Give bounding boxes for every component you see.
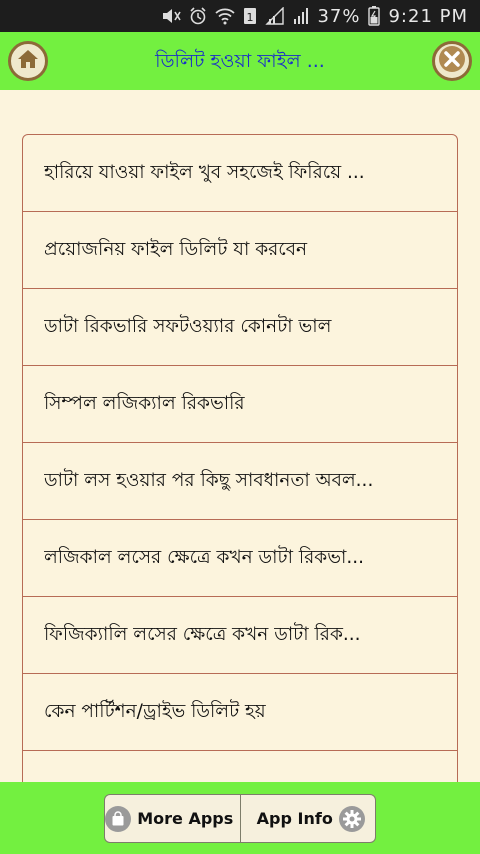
list-item-label: হারিয়ে যাওয়া ফাইল খুব সহজেই ফিরিয়ে ..…	[44, 161, 365, 183]
app-info-button[interactable]: App Info	[239, 795, 376, 842]
status-bar: 1 37% 9:21 PM	[0, 0, 480, 32]
list-item[interactable]: কেন পার্টিশন/ড্রাইভ ডিলিট হয়	[23, 674, 457, 751]
list-item-label: ডাটা লস হওয়ার পর কিছু সাবধানতা অবল...	[44, 469, 374, 491]
svg-text:1: 1	[247, 11, 254, 24]
list-item-label: ফিজিক্যালি লসের ক্ষেত্রে কখন ডাটা রিক...	[44, 623, 361, 645]
close-icon	[437, 44, 467, 78]
home-icon	[17, 48, 39, 74]
app-bar: ডিলিট হওয়া ফাইল ...	[0, 32, 480, 90]
list-item[interactable]: লজিকাল লসের ক্ষেত্রে কখন ডাটা রিকভা...	[23, 520, 457, 597]
gear-icon	[338, 805, 365, 832]
more-apps-label: More Apps	[137, 809, 234, 828]
app-info-label: App Info	[256, 809, 333, 828]
content-area: হারিয়ে যাওয়া ফাইল খুব সহজেই ফিরিয়ে ..…	[0, 90, 480, 782]
close-button[interactable]	[432, 41, 472, 81]
list-item-label: কেন পার্টিশন/ড্রাইভ ডিলিট হয়	[44, 700, 266, 722]
mute-icon	[161, 7, 182, 25]
list-item-label: সিম্পল লজিক্যাল রিকভারি	[44, 392, 245, 414]
list-item[interactable]	[23, 751, 457, 782]
list-item-label: ডাটা রিকভারি সফটওয়্যার কোনটা ভাল	[44, 315, 332, 337]
bottom-bar: More Apps App Info	[0, 782, 480, 854]
list-item[interactable]: ডাটা লস হওয়ার পর কিছু সাবধানতা অবল...	[23, 443, 457, 520]
list-item[interactable]: ডাটা রিকভারি সফটওয়্যার কোনটা ভাল	[23, 289, 457, 366]
wifi-icon	[215, 7, 236, 25]
topic-list: হারিয়ে যাওয়া ফাইল খুব সহজেই ফিরিয়ে ..…	[22, 134, 458, 782]
home-button[interactable]	[8, 41, 48, 81]
battery-percent: 37%	[317, 5, 361, 27]
clock: 9:21 PM	[388, 5, 468, 27]
list-item-label: লজিকাল লসের ক্ষেত্রে কখন ডাটা রিকভা...	[44, 546, 365, 568]
list-item-label: প্রয়োজনিয় ফাইল ডিলিট যা করবেন	[44, 238, 308, 260]
signal-1-icon	[265, 7, 285, 25]
list-item[interactable]: প্রয়োজনিয় ফাইল ডিলিট যা করবেন	[23, 212, 457, 289]
bag-icon	[105, 805, 132, 832]
battery-icon	[368, 6, 381, 26]
signal-2-icon	[293, 7, 309, 25]
alarm-icon	[189, 7, 207, 25]
page-title: ডিলিট হওয়া ফাইল ...	[155, 50, 325, 72]
list-item[interactable]: ফিজিক্যালি লসের ক্ষেত্রে কখন ডাটা রিক...	[23, 597, 457, 674]
list-item[interactable]: সিম্পল লজিক্যাল রিকভারি	[23, 366, 457, 443]
list-item[interactable]: হারিয়ে যাওয়া ফাইল খুব সহজেই ফিরিয়ে ..…	[23, 135, 457, 212]
bottom-button-group: More Apps App Info	[104, 794, 376, 843]
sim-1-icon: 1	[243, 7, 257, 25]
more-apps-button[interactable]: More Apps	[105, 795, 240, 842]
